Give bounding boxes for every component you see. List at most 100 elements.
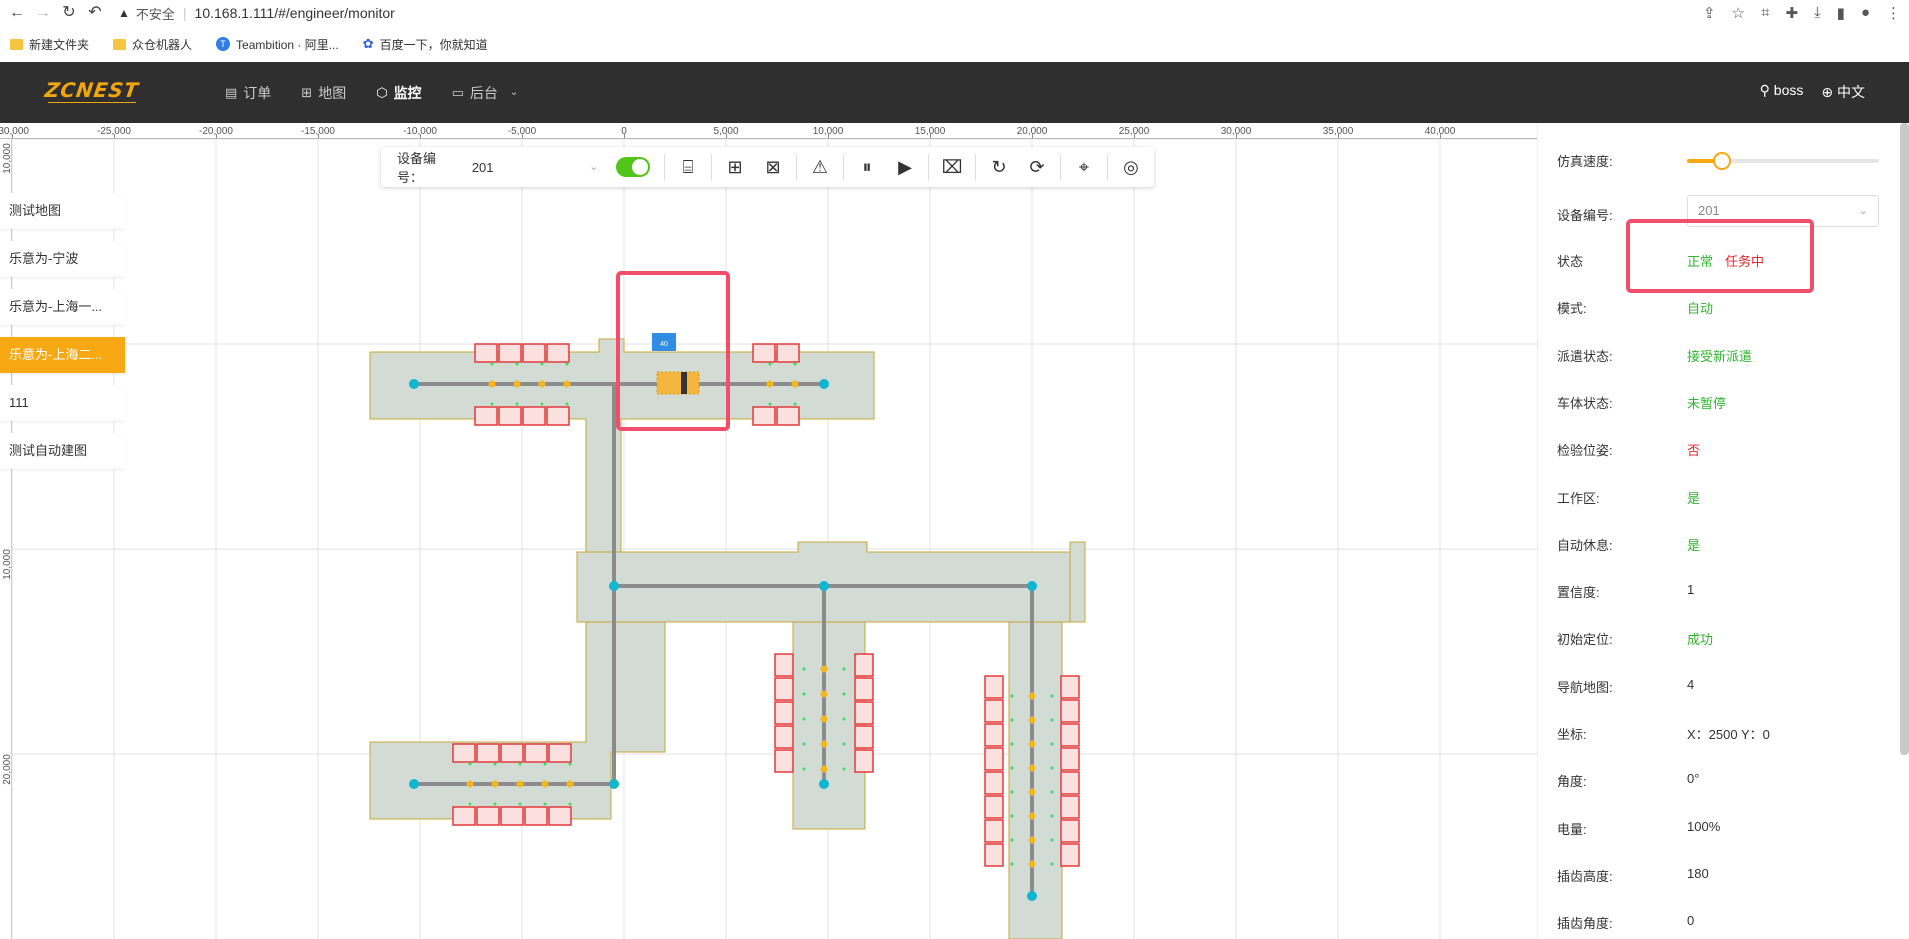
rack[interactable] (984, 699, 1004, 723)
extensions-icon[interactable]: ✚ (1785, 4, 1798, 22)
rack[interactable] (774, 653, 794, 677)
sync-icon[interactable]: ⟳ (1022, 152, 1052, 182)
menu-item-monitor[interactable]: ⬡ 监控 (376, 83, 421, 103)
device-select[interactable]: 201 ⌄ (472, 160, 598, 175)
rack[interactable] (752, 406, 776, 426)
clear-task-icon[interactable]: ⌧ (937, 152, 967, 182)
map-list-item[interactable]: 乐意为-上海一... (0, 289, 125, 325)
reload-icon[interactable]: ↻ (60, 4, 78, 22)
back-icon[interactable]: ← (8, 4, 26, 22)
rack[interactable] (500, 743, 524, 763)
map-list-item-active[interactable]: 乐意为-上海二... (0, 337, 125, 373)
rack[interactable] (1060, 819, 1080, 843)
rack[interactable] (854, 677, 874, 701)
map-list-item[interactable]: 111 (0, 385, 125, 421)
menu-item-backend[interactable]: ▭ 后台 ⌄ (452, 83, 519, 103)
charge-icon[interactable]: ⌸ (673, 152, 703, 182)
rack[interactable] (476, 743, 500, 763)
rack[interactable] (1060, 723, 1080, 747)
rack[interactable] (774, 749, 794, 773)
map-list-item[interactable]: 测试自动建图 (0, 433, 125, 469)
rack[interactable] (1060, 699, 1080, 723)
rack[interactable] (524, 743, 548, 763)
rack[interactable] (498, 406, 522, 426)
rack[interactable] (984, 795, 1004, 819)
rack[interactable] (524, 806, 548, 826)
rack[interactable] (984, 771, 1004, 795)
bookmark-baidu[interactable]: ✿ 百度一下，你就知道 (363, 36, 488, 53)
crop-icon[interactable]: ⌗ (1761, 4, 1769, 22)
rack[interactable] (854, 653, 874, 677)
rack[interactable] (548, 743, 572, 763)
bookmark-teambition[interactable]: T Teambition · 阿里... (216, 36, 339, 53)
rack[interactable] (854, 749, 874, 773)
rack[interactable] (752, 343, 776, 363)
rack[interactable] (776, 406, 800, 426)
bookmark-folder-1[interactable]: 新建文件夹 (10, 36, 89, 53)
rack[interactable] (854, 725, 874, 749)
route-point (518, 802, 522, 806)
slider-handle[interactable] (1712, 152, 1731, 170)
rack[interactable] (522, 343, 546, 363)
sim-speed-slider[interactable] (1687, 152, 1879, 170)
map-list-item[interactable]: 测试地图 (0, 193, 125, 229)
menu-item-map[interactable]: ⊞ 地图 (301, 83, 346, 103)
user-menu[interactable]: ⚲ boss (1760, 82, 1804, 102)
more-icon[interactable]: ⋮ (1886, 4, 1901, 22)
url-text[interactable]: 10.168.1.111/#/engineer/monitor (195, 5, 395, 21)
remove-robot-icon[interactable]: ⊠ (758, 152, 788, 182)
pause-icon[interactable]: ⏸ (852, 152, 882, 182)
download-icon[interactable]: ⤓ (1814, 4, 1821, 22)
refresh-icon[interactable]: ↻ (984, 152, 1014, 182)
rack[interactable] (452, 743, 476, 763)
rack[interactable] (1060, 771, 1080, 795)
rack[interactable] (854, 701, 874, 725)
history-back-icon[interactable]: ↶ (86, 4, 104, 22)
target-icon[interactable]: ◎ (1116, 152, 1146, 182)
location-pin-icon[interactable]: ⌖ (1069, 152, 1099, 182)
rack[interactable] (500, 806, 524, 826)
bookmark-folder-2[interactable]: 众仓机器人 (113, 36, 192, 53)
rack[interactable] (984, 747, 1004, 771)
rack[interactable] (1060, 675, 1080, 699)
rack[interactable] (984, 819, 1004, 843)
alarm-icon[interactable]: ⚠ (805, 152, 835, 182)
rack[interactable] (498, 343, 522, 363)
rack[interactable] (522, 406, 546, 426)
rack[interactable] (476, 806, 500, 826)
panel-scrollbar[interactable] (1900, 123, 1909, 755)
rack[interactable] (774, 677, 794, 701)
sidepanel-icon[interactable]: ▮ (1837, 4, 1845, 22)
rack[interactable] (548, 806, 572, 826)
address-bar[interactable]: ▲ 不安全 | 10.168.1.111/#/engineer/monitor (118, 4, 395, 23)
forward-icon[interactable]: → (34, 4, 52, 22)
rack[interactable] (474, 343, 498, 363)
rack[interactable] (774, 725, 794, 749)
language-switch[interactable]: ⊕ 中文 (1821, 82, 1865, 102)
rack[interactable] (546, 406, 570, 426)
rack[interactable] (984, 843, 1004, 867)
route-point (490, 362, 494, 366)
rack[interactable] (1060, 843, 1080, 867)
map-canvas[interactable]: 40 -30,000-25,000-20,000-15,000-10,000-5… (0, 123, 1537, 939)
rack[interactable] (776, 343, 800, 363)
device-toggle[interactable] (616, 157, 650, 177)
play-icon[interactable]: ▶ (890, 152, 920, 182)
rack[interactable] (546, 343, 570, 363)
logo[interactable]: ZCNEST (43, 78, 140, 102)
profile-icon[interactable]: ● (1861, 4, 1870, 22)
rack[interactable] (774, 701, 794, 725)
map-grid[interactable]: 40 (12, 139, 1537, 939)
rack[interactable] (1060, 795, 1080, 819)
menu-item-orders[interactable]: ▤ 订单 (225, 83, 271, 103)
star-icon[interactable]: ☆ (1732, 4, 1745, 22)
rack[interactable] (474, 406, 498, 426)
rack[interactable] (984, 675, 1004, 699)
rack[interactable] (452, 806, 476, 826)
add-robot-icon[interactable]: ⊞ (720, 152, 750, 182)
rack[interactable] (1060, 747, 1080, 771)
share-icon[interactable]: ⇪ (1703, 4, 1716, 22)
rack[interactable] (984, 723, 1004, 747)
monitor-toolbar: 设备编号： 201 ⌄ ⌸ ⊞ ⊠ ⚠ ⏸ ▶ ⌧ ↻ ⟳ ⌖ ◎ (381, 147, 1154, 187)
map-list-item[interactable]: 乐意为-宁波 (0, 241, 125, 277)
